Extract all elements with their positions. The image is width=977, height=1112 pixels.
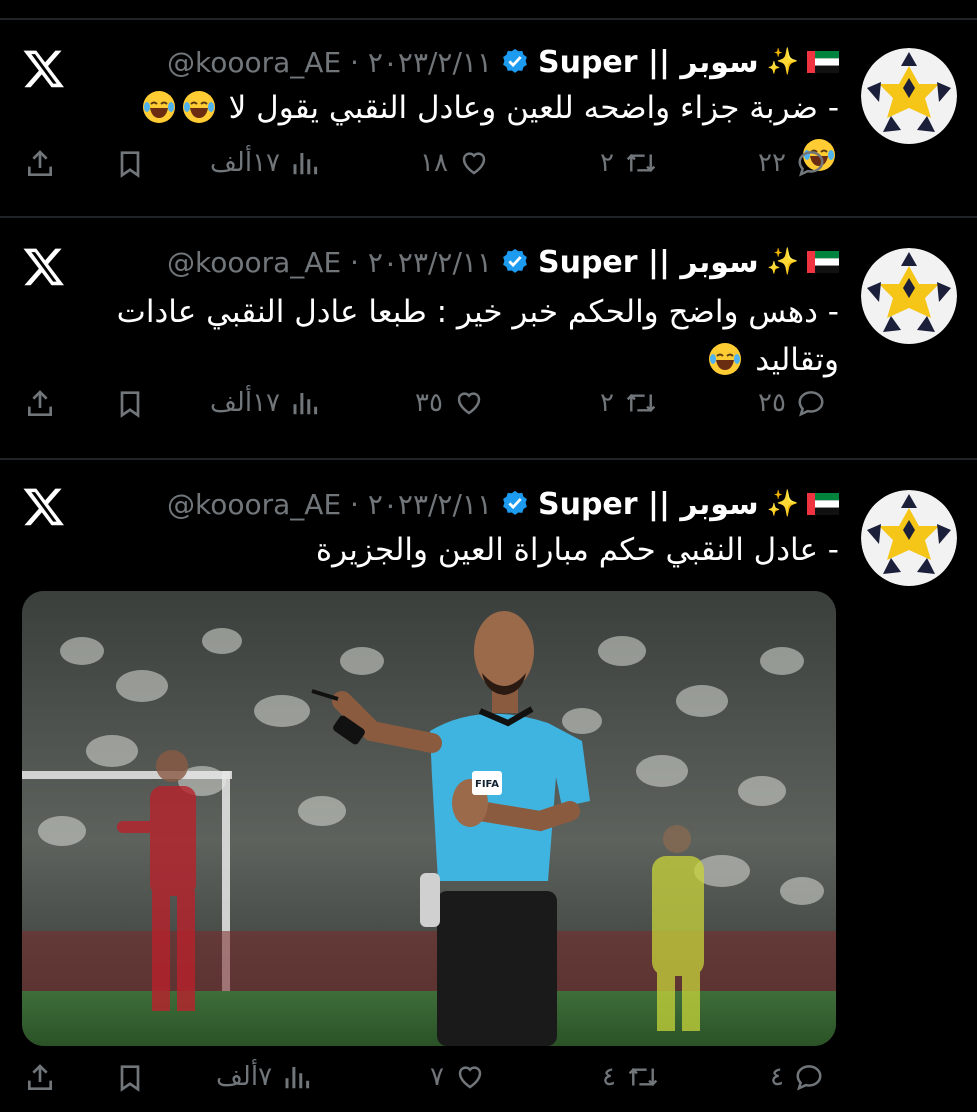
share-button[interactable] [24, 388, 56, 420]
x-logo-icon [23, 248, 64, 286]
handle-date[interactable]: @kooora_AE · ٢٠٢٣/٢/١١ [167, 488, 492, 521]
share-button[interactable] [24, 148, 56, 180]
bookmark-button[interactable] [114, 148, 146, 180]
tweet-header: ✨ Super || سوبر @kooora_AE · ٢٠٢٣/٢/١١ [167, 242, 839, 282]
account-name[interactable]: Super || سوبر [538, 487, 759, 522]
tweet-actions: ٢٢ ٢ ١٨ ١٧ألف [0, 148, 977, 192]
sparkles-icon: ✨ [766, 247, 799, 277]
handle-date[interactable]: @kooora_AE · ٢٠٢٣/٢/١١ [167, 46, 492, 79]
views-button[interactable]: ٧ألف [216, 1062, 312, 1092]
reply-button[interactable]: ٢٢ [758, 148, 826, 178]
reply-count: ٢٥ [758, 388, 786, 418]
avatar[interactable] [861, 48, 957, 144]
verified-icon [503, 490, 527, 515]
reply-icon [798, 151, 824, 177]
like-count: ٣٥ [415, 388, 443, 418]
share-button[interactable] [24, 1062, 56, 1094]
tweet-header: ✨ Super || سوبر @kooora_AE · ٢٠٢٣/٢/١١ [167, 484, 839, 524]
share-icon [28, 390, 52, 416]
tweet-text-content: - عادل النقبي حكم مباراة العين والجزيرة [315, 532, 839, 568]
tweet-1[interactable]: ✨ Super || سوبر @kooora_AE · ٢٠٢٣/٢/١١ -… [0, 20, 977, 218]
bookmark-icon [120, 151, 140, 178]
share-icon [28, 150, 52, 176]
verified-icon [503, 48, 527, 73]
views-count: ٧ألف [216, 1062, 273, 1092]
handle-date[interactable]: @kooora_AE · ٢٠٢٣/٢/١١ [167, 246, 492, 279]
uae-flag-icon [807, 493, 839, 515]
referee-photo-image: FIFA [22, 591, 836, 1046]
tweet-2[interactable]: ✨ Super || سوبر @kooora_AE · ٢٠٢٣/٢/١١ -… [0, 218, 977, 460]
reply-count: ٤ [770, 1062, 784, 1092]
tweet-text: - عادل النقبي حكم مباراة العين والجزيرة [99, 526, 839, 574]
uae-flag-icon [807, 251, 839, 273]
repost-icon [628, 1067, 658, 1087]
bookmark-icon [120, 391, 140, 418]
like-icon [457, 392, 481, 415]
laughing-emoji-icon [142, 90, 176, 124]
sparkles-icon: ✨ [766, 489, 799, 519]
like-icon [462, 152, 486, 175]
sparkles-icon: ✨ [766, 47, 799, 77]
repost-button[interactable]: ٢ [600, 388, 658, 418]
bookmark-button[interactable] [114, 388, 146, 420]
reply-icon [798, 391, 824, 417]
views-button[interactable]: ١٧ألف [210, 148, 320, 178]
x-logo-icon [23, 50, 64, 88]
verified-icon [503, 248, 527, 273]
views-icon [293, 393, 318, 415]
views-count: ١٧ألف [210, 148, 280, 178]
repost-icon [626, 393, 656, 413]
repost-count: ٤ [602, 1062, 616, 1092]
fifa-badge-label: FIFA [475, 779, 499, 790]
views-count: ١٧ألف [210, 388, 280, 418]
tweet-actions: ٤ ٤ ٧ ٧ألف [0, 1062, 977, 1106]
like-count: ١٨ [420, 148, 448, 178]
repost-count: ٢ [600, 388, 614, 418]
tweet-actions: ٢٥ ٢ ٣٥ ١٧ألف [0, 388, 977, 432]
repost-button[interactable]: ٢ [600, 148, 658, 178]
like-button[interactable]: ٧ [430, 1062, 486, 1092]
account-name[interactable]: Super || سوبر [538, 245, 759, 280]
account-name[interactable]: Super || سوبر [538, 45, 759, 80]
like-icon [458, 1066, 482, 1089]
tweet-header: ✨ Super || سوبر @kooora_AE · ٢٠٢٣/٢/١١ [167, 42, 839, 82]
laughing-emoji-icon [708, 342, 742, 376]
like-button[interactable]: ٣٥ [415, 388, 485, 418]
share-icon [28, 1064, 52, 1090]
views-icon [285, 1067, 310, 1089]
bookmark-button[interactable] [114, 1062, 146, 1094]
avatar[interactable] [861, 490, 957, 586]
uae-flag-icon [807, 51, 839, 73]
views-icon [293, 153, 318, 175]
tweet-text-content: - ضربة جزاء واضحه للعين وعادل النقبي يقو… [228, 90, 839, 126]
tweet-text: - دهس واضح والحكم خبر خير : طبعا عادل ال… [99, 288, 839, 384]
laughing-emoji-icon [182, 90, 216, 124]
tweet-photo[interactable]: FIFA [22, 591, 836, 1046]
like-count: ٧ [430, 1062, 444, 1092]
repost-icon [626, 153, 656, 173]
bookmark-icon [120, 1065, 140, 1092]
views-button[interactable]: ١٧ألف [210, 388, 320, 418]
reply-count: ٢٢ [758, 148, 786, 178]
repost-button[interactable]: ٤ [602, 1062, 660, 1092]
like-button[interactable]: ١٨ [420, 148, 490, 178]
reply-icon [796, 1065, 822, 1091]
reply-button[interactable]: ٤ [770, 1062, 824, 1092]
avatar[interactable] [861, 248, 957, 344]
repost-count: ٢ [600, 148, 614, 178]
x-logo-icon [23, 488, 64, 526]
reply-button[interactable]: ٢٥ [758, 388, 826, 418]
